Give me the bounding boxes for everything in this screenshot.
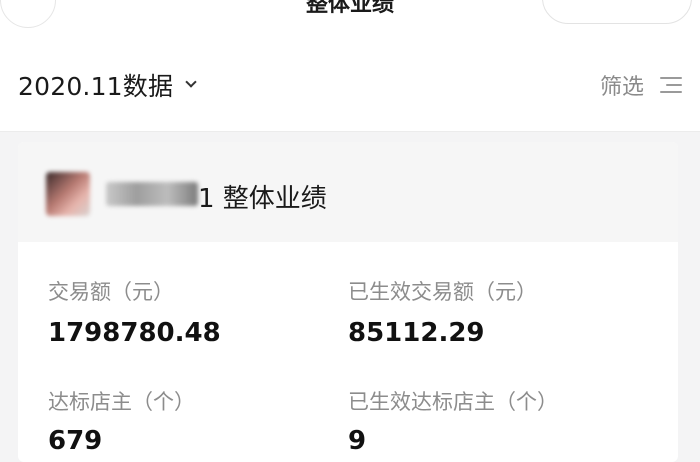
stat-label-effective-transaction: 已生效交易额（元） <box>348 280 537 304</box>
card-title: 1 整体业绩 <box>198 184 327 214</box>
stat-label-transaction: 交易额（元） <box>48 280 174 304</box>
stat-value-effective-qualified-owners: 9 <box>348 426 367 456</box>
blurred-name <box>106 182 198 206</box>
avatar <box>46 172 90 216</box>
filter-lines-icon <box>660 77 682 93</box>
performance-card: 1 整体业绩 交易额（元） 1798780.48 已生效交易额（元） 85112… <box>18 142 678 462</box>
top-navigation-bar: 整体业绩 <box>0 0 700 28</box>
filter-label: 筛选 <box>599 75 644 100</box>
filter-row: 2020.11数据 筛选 <box>0 28 700 132</box>
mini-program-capsule[interactable] <box>542 0 692 24</box>
stat-value-qualified-owners: 679 <box>48 426 103 456</box>
month-selector[interactable]: 2020.11数据 <box>18 68 197 102</box>
filter-button[interactable]: 筛选 <box>600 70 682 100</box>
stat-label-qualified-owners: 达标店主（个） <box>48 390 195 414</box>
month-label: 2020.11数据 <box>18 72 174 101</box>
stat-label-effective-qualified-owners: 已生效达标店主（个） <box>348 390 558 414</box>
stat-value-effective-transaction: 85112.29 <box>348 318 485 348</box>
chevron-down-icon <box>185 76 197 88</box>
card-header: 1 整体业绩 <box>18 142 678 242</box>
stat-value-transaction: 1798780.48 <box>48 318 221 348</box>
